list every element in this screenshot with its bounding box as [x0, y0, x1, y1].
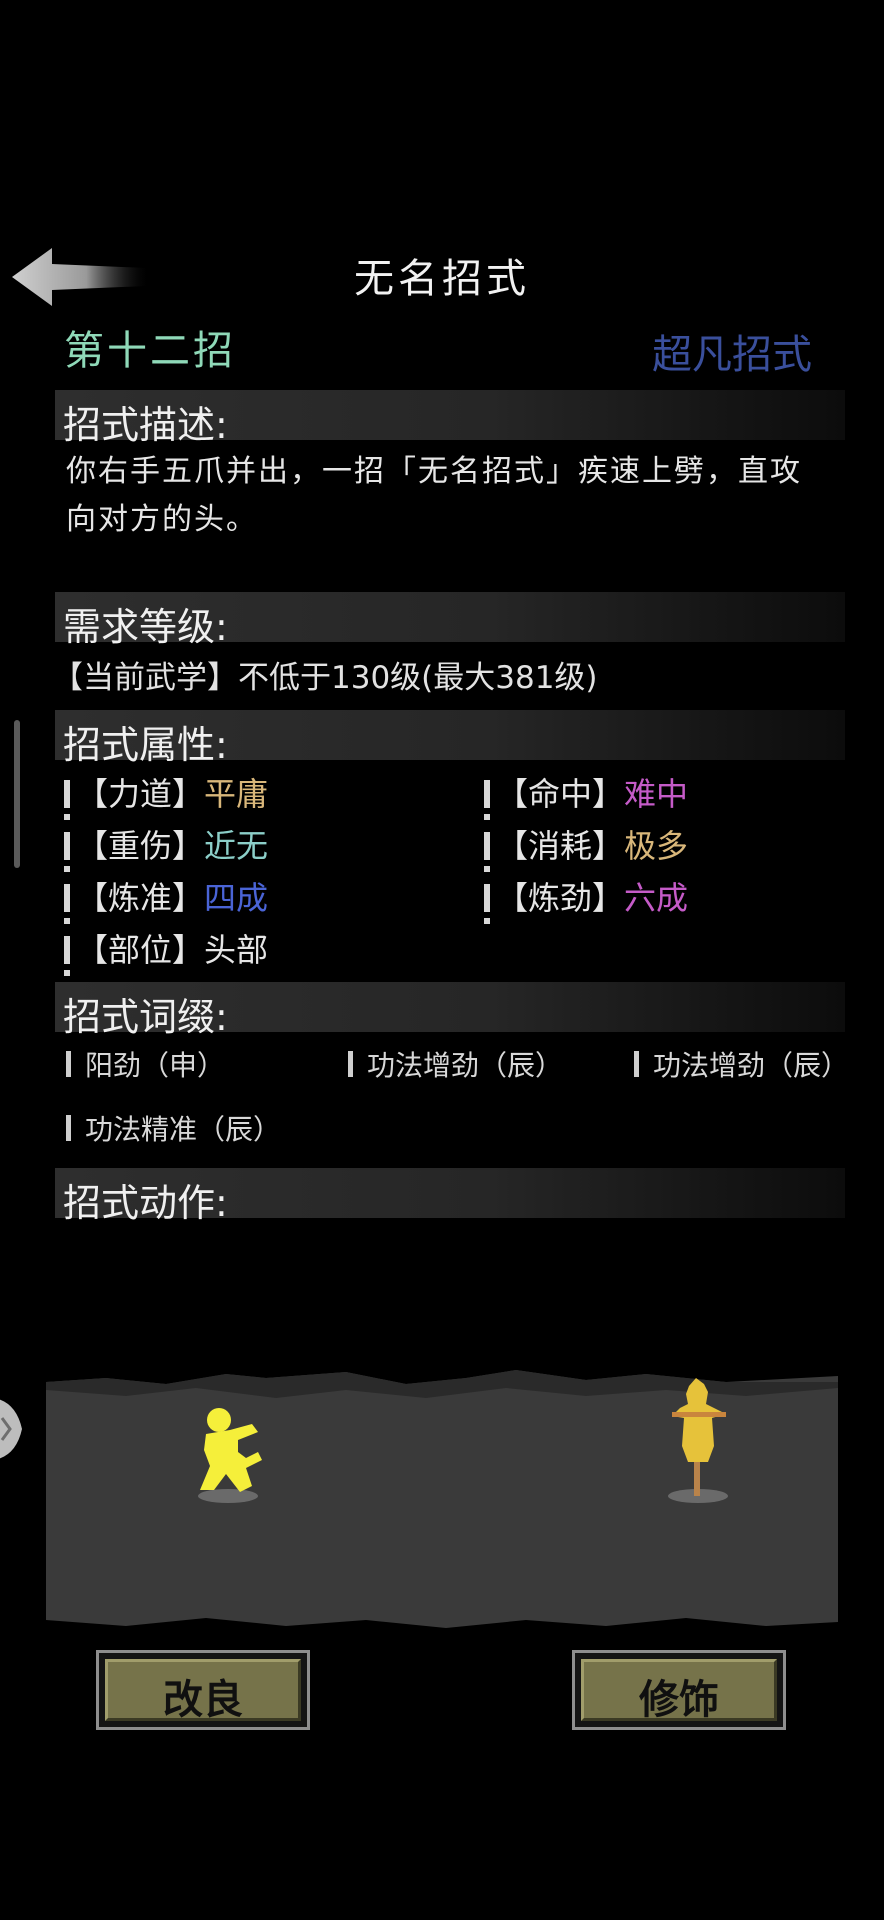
affix-item[interactable]: 功法精准（辰）: [66, 1110, 281, 1150]
attribute-value: 头部: [204, 931, 269, 969]
move-grade-label: 超凡招式: [652, 332, 812, 378]
exclamation-icon: [64, 884, 70, 924]
exclamation-icon: [634, 1051, 639, 1077]
attribute-item[interactable]: 【力道】平庸: [64, 772, 269, 820]
move-description: 你右手五爪并出，一招「无名招式」疾速上劈，直攻向对方的头。: [66, 454, 802, 537]
section-title: 需求等级:: [63, 605, 228, 649]
level-requirement: 【当前武学】不低于130级(最大381级): [52, 660, 598, 696]
attribute-value: 六成: [624, 879, 689, 917]
section-title: 招式动作:: [63, 1181, 228, 1225]
attribute-value: 四成: [204, 879, 269, 917]
chevron-right-icon[interactable]: [0, 1398, 24, 1460]
section-header-description: 招式描述:: [55, 390, 845, 447]
exclamation-icon: [64, 832, 70, 872]
affix-item[interactable]: 功法增劲（辰）: [348, 1046, 563, 1086]
move-animation-stage: [46, 1370, 838, 1628]
exclamation-icon: [484, 884, 490, 924]
attribute-value: 近无: [204, 827, 269, 865]
affix-item[interactable]: 阳劲（申）: [66, 1046, 225, 1086]
move-index-label: 第十二招: [64, 328, 236, 374]
affix-item[interactable]: 功法增劲（辰）: [634, 1046, 849, 1086]
section-title: 招式描述:: [63, 403, 228, 447]
section-header-level: 需求等级:: [55, 592, 845, 649]
page-title: 无名招式: [354, 256, 530, 302]
attribute-item[interactable]: 【消耗】极多: [484, 824, 689, 872]
improve-button[interactable]: 改良: [96, 1650, 310, 1730]
exclamation-icon: [348, 1051, 353, 1077]
attribute-item[interactable]: 【炼劲】六成: [484, 876, 689, 924]
attribute-value: 极多: [624, 827, 689, 865]
section-header-action: 招式动作:: [55, 1168, 845, 1225]
attribute-item[interactable]: 【重伤】近无: [64, 824, 269, 872]
attribute-value: 平庸: [204, 775, 269, 813]
exclamation-icon: [484, 832, 490, 872]
attribute-item[interactable]: 【命中】难中: [484, 772, 689, 820]
exclamation-icon: [64, 936, 70, 976]
exclamation-icon: [64, 780, 70, 820]
section-header-attributes: 招式属性:: [55, 710, 845, 767]
section-title: 招式词缀:: [63, 995, 228, 1039]
scrollbar[interactable]: [14, 720, 20, 868]
decorate-button[interactable]: 修饰: [572, 1650, 786, 1730]
decorate-button-label: 修饰: [639, 1677, 719, 1723]
section-title: 招式属性:: [63, 723, 228, 767]
attribute-value: 难中: [624, 775, 689, 813]
attribute-item[interactable]: 【炼准】四成: [64, 876, 269, 924]
exclamation-icon: [66, 1051, 71, 1077]
exclamation-icon: [484, 780, 490, 820]
exclamation-icon: [66, 1115, 71, 1141]
attribute-item[interactable]: 【部位】头部: [64, 928, 269, 976]
section-header-affixes: 招式词缀:: [55, 982, 845, 1039]
improve-button-label: 改良: [163, 1677, 243, 1723]
